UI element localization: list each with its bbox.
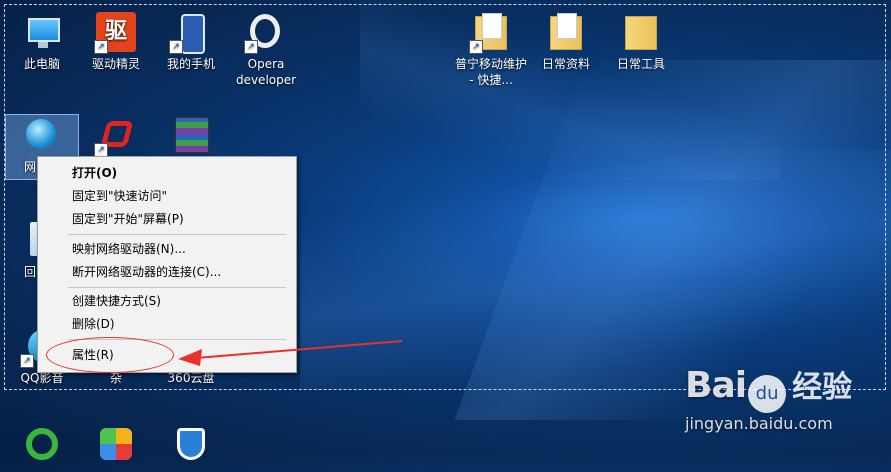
baidu-jingyan-watermark: Bai du 经验 jingyan.baidu.com <box>685 362 853 433</box>
watermark-logo-cn: 经验 <box>792 370 853 405</box>
watermark-logo-text: Bai <box>685 365 747 406</box>
watermark-url: jingyan.baidu.com <box>685 414 833 433</box>
paw-icon: du <box>748 374 787 413</box>
